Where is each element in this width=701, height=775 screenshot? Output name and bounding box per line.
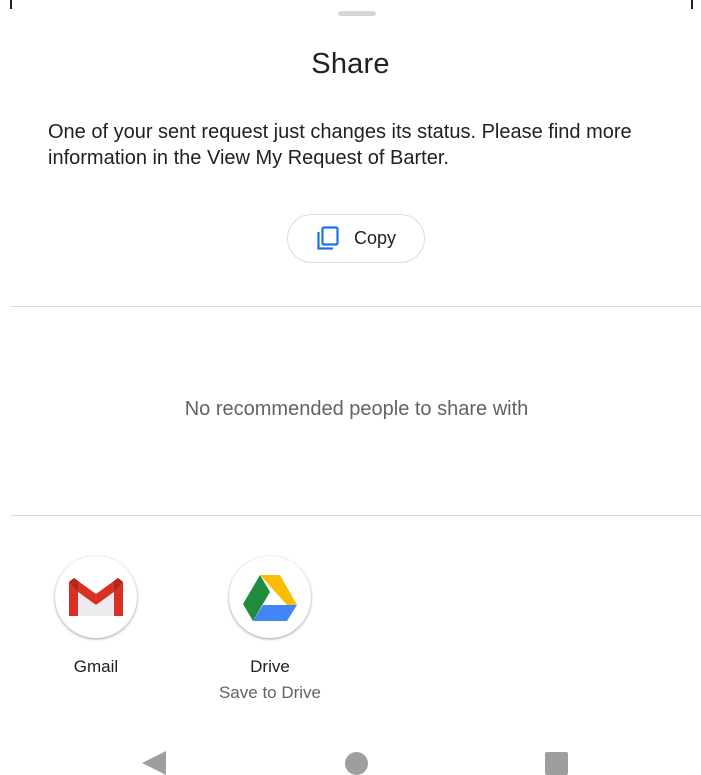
divider <box>11 306 701 307</box>
recents-square-icon[interactable] <box>545 752 568 775</box>
sheet-title: Share <box>311 48 390 80</box>
google-drive-icon <box>229 556 311 638</box>
copy-button-label: Copy <box>353 228 397 248</box>
copy-icon <box>316 225 340 252</box>
back-triangle-icon[interactable] <box>142 751 166 775</box>
system-navigation-bar <box>0 745 701 775</box>
gmail-icon <box>55 556 137 638</box>
app-sublabel-drive: Save to Drive <box>218 683 322 702</box>
sheet-corner-mark-right <box>691 0 693 9</box>
no-recommendations-text: No recommended people to share with <box>184 398 529 420</box>
share-target-drive[interactable]: Drive Save to Drive <box>215 556 325 703</box>
copy-button[interactable]: Copy <box>287 214 425 263</box>
divider <box>11 515 701 516</box>
sheet-corner-mark-left <box>10 0 12 9</box>
app-label-drive: Drive <box>250 657 290 676</box>
home-circle-icon[interactable] <box>345 752 368 775</box>
share-message-text: One of your sent request just changes it… <box>48 121 632 169</box>
share-target-gmail[interactable]: Gmail <box>41 556 151 677</box>
app-label-gmail: Gmail <box>73 657 119 676</box>
sheet-drag-handle[interactable] <box>338 11 376 16</box>
